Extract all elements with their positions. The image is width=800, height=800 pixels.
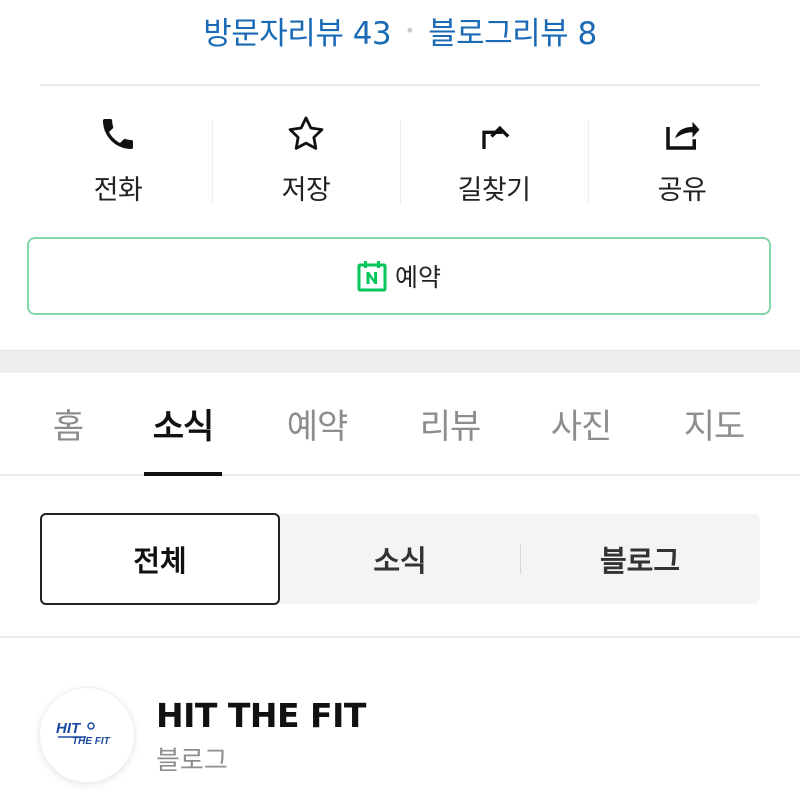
call-button[interactable]: 전화 — [24, 100, 212, 220]
share-label: 공유 — [657, 175, 707, 206]
feed-filter: 전체 소식 블로그 — [40, 513, 760, 605]
post-source: 블로그 — [156, 746, 228, 776]
divider — [40, 84, 760, 86]
action-bar: 전화 저장 길찾기 공유 — [24, 100, 776, 220]
star-icon — [284, 112, 328, 156]
section-divider — [0, 350, 800, 373]
post-author[interactable]: HIT THE FIT — [156, 696, 366, 735]
save-button[interactable]: 저장 — [212, 100, 400, 220]
share-button[interactable]: 공유 — [588, 100, 776, 220]
svg-text:HIT: HIT — [56, 720, 82, 737]
share-icon — [660, 112, 704, 156]
place-detail-page: 방문자리뷰 43 • 블로그리뷰 8 전화 저장 길찾기 공유 예약 홈 소식 … — [0, 0, 800, 800]
tab-booking[interactable]: 예약 — [270, 372, 364, 474]
directions-label: 길찾기 — [457, 175, 531, 206]
tab-photos[interactable]: 사진 — [534, 372, 628, 474]
directions-button[interactable]: 길찾기 — [400, 100, 588, 220]
visitor-reviews-link[interactable]: 방문자리뷰 43 — [203, 8, 391, 53]
booking-button[interactable]: 예약 — [27, 237, 771, 315]
naver-booking-icon — [357, 260, 387, 292]
directions-icon — [472, 112, 516, 156]
tab-reviews[interactable]: 리뷰 — [403, 372, 497, 474]
separator-dot: • — [405, 20, 415, 40]
blog-reviews-link[interactable]: 블로그리뷰 8 — [428, 8, 597, 53]
call-label: 전화 — [93, 175, 143, 206]
divider — [0, 636, 800, 638]
save-label: 저장 — [281, 175, 331, 206]
avatar[interactable]: HIT THE FIT — [40, 688, 134, 782]
tab-news[interactable]: 소식 — [138, 372, 228, 476]
feed-item[interactable]: HIT THE FIT HIT THE FIT 블로그 — [40, 688, 760, 788]
tab-home[interactable]: 홈 — [28, 372, 108, 474]
filter-news[interactable]: 소식 — [280, 514, 520, 604]
phone-icon — [96, 112, 140, 156]
booking-label: 예약 — [394, 263, 441, 292]
hit-the-fit-logo: HIT THE FIT — [56, 720, 111, 747]
tab-map[interactable]: 지도 — [667, 372, 761, 474]
tab-bar: 홈 소식 예약 리뷰 사진 지도 — [0, 372, 800, 476]
review-summary: 방문자리뷰 43 • 블로그리뷰 8 — [0, 0, 800, 60]
filter-blog[interactable]: 블로그 — [520, 514, 760, 604]
filter-all[interactable]: 전체 — [40, 513, 280, 605]
